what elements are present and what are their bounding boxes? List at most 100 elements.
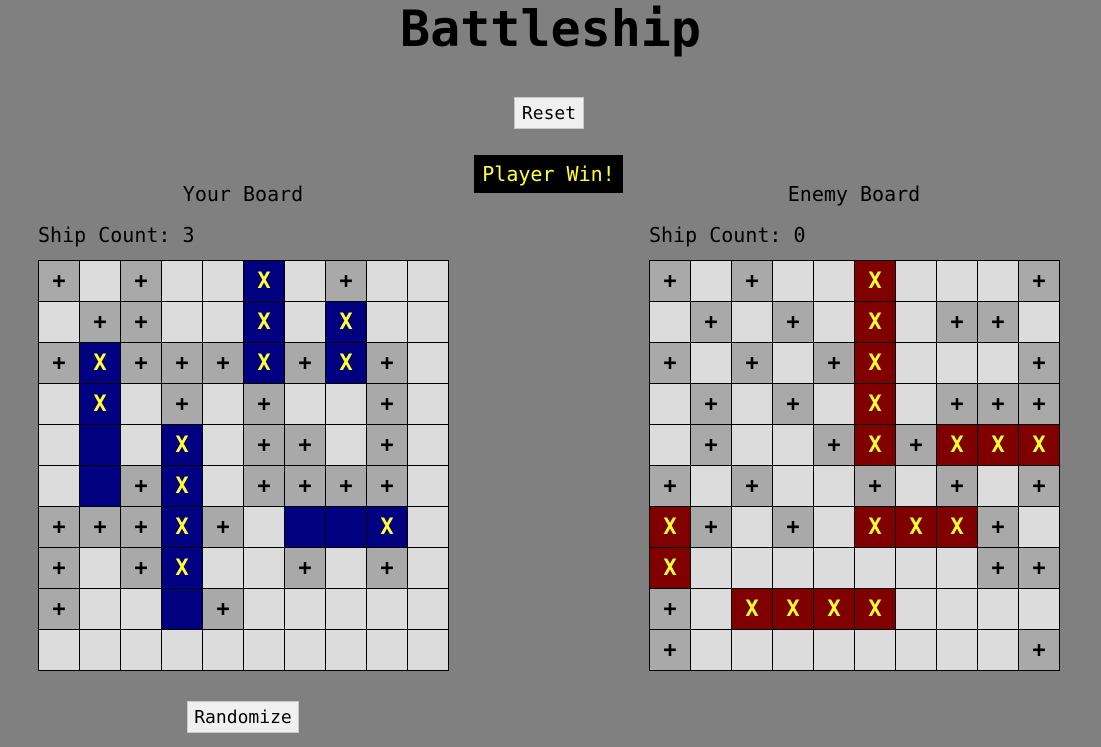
enemy-cell-empty[interactable]	[1019, 589, 1060, 630]
enemy-cell-empty[interactable]	[896, 343, 937, 384]
enemy-cell-empty[interactable]	[814, 466, 855, 507]
player-cell-empty[interactable]	[408, 589, 449, 630]
enemy-cell-empty[interactable]	[896, 466, 937, 507]
enemy-cell-hit[interactable]: X	[855, 507, 896, 548]
player-cell-miss[interactable]: +	[121, 261, 162, 302]
player-cell-hit[interactable]: X	[326, 343, 367, 384]
player-cell-empty[interactable]	[367, 589, 408, 630]
enemy-cell-miss[interactable]: +	[773, 302, 814, 343]
player-cell-hit[interactable]: X	[326, 302, 367, 343]
player-cell-ship[interactable]	[162, 589, 203, 630]
enemy-cell-empty[interactable]	[896, 589, 937, 630]
player-cell-miss[interactable]: +	[326, 466, 367, 507]
enemy-cell-empty[interactable]	[773, 466, 814, 507]
player-cell-empty[interactable]	[408, 302, 449, 343]
enemy-cell-miss[interactable]: +	[1019, 261, 1060, 302]
enemy-cell-empty[interactable]	[650, 425, 691, 466]
enemy-cell-empty[interactable]	[773, 630, 814, 671]
player-cell-ship[interactable]	[285, 507, 326, 548]
enemy-cell-empty[interactable]	[732, 384, 773, 425]
enemy-cell-empty[interactable]	[896, 548, 937, 589]
player-cell-empty[interactable]	[39, 384, 80, 425]
player-cell-empty[interactable]	[203, 548, 244, 589]
enemy-cell-miss[interactable]: +	[773, 384, 814, 425]
player-cell-empty[interactable]	[408, 548, 449, 589]
player-cell-empty[interactable]	[408, 507, 449, 548]
enemy-cell-miss[interactable]: +	[978, 384, 1019, 425]
player-cell-empty[interactable]	[326, 384, 367, 425]
player-cell-miss[interactable]: +	[285, 343, 326, 384]
player-cell-hit[interactable]: X	[162, 507, 203, 548]
enemy-cell-miss[interactable]: +	[978, 548, 1019, 589]
player-cell-miss[interactable]: +	[80, 507, 121, 548]
player-cell-empty[interactable]	[285, 589, 326, 630]
player-cell-miss[interactable]: +	[244, 425, 285, 466]
player-cell-miss[interactable]: +	[367, 384, 408, 425]
player-cell-empty[interactable]	[244, 548, 285, 589]
player-cell-ship[interactable]	[80, 466, 121, 507]
enemy-cell-empty[interactable]	[732, 302, 773, 343]
player-cell-empty[interactable]	[80, 261, 121, 302]
player-cell-ship[interactable]	[80, 425, 121, 466]
enemy-cell-hit[interactable]: X	[650, 507, 691, 548]
enemy-cell-hit[interactable]: X	[773, 589, 814, 630]
enemy-cell-miss[interactable]: +	[650, 630, 691, 671]
enemy-cell-miss[interactable]: +	[732, 466, 773, 507]
enemy-cell-empty[interactable]	[732, 630, 773, 671]
player-cell-empty[interactable]	[408, 425, 449, 466]
player-cell-empty[interactable]	[203, 630, 244, 671]
player-cell-miss[interactable]: +	[121, 507, 162, 548]
enemy-cell-hit[interactable]: X	[855, 425, 896, 466]
player-cell-miss[interactable]: +	[121, 302, 162, 343]
player-cell-empty[interactable]	[121, 425, 162, 466]
enemy-cell-empty[interactable]	[814, 507, 855, 548]
enemy-cell-hit[interactable]: X	[732, 589, 773, 630]
enemy-cell-empty[interactable]	[937, 589, 978, 630]
player-cell-empty[interactable]	[367, 302, 408, 343]
player-cell-empty[interactable]	[326, 548, 367, 589]
player-cell-miss[interactable]: +	[121, 548, 162, 589]
player-cell-ship[interactable]	[326, 507, 367, 548]
player-cell-empty[interactable]	[121, 589, 162, 630]
enemy-cell-miss[interactable]: +	[773, 507, 814, 548]
player-cell-miss[interactable]: +	[203, 507, 244, 548]
enemy-cell-miss[interactable]: +	[691, 302, 732, 343]
enemy-cell-miss[interactable]: +	[1019, 343, 1060, 384]
enemy-cell-miss[interactable]: +	[896, 425, 937, 466]
player-cell-empty[interactable]	[408, 630, 449, 671]
player-cell-miss[interactable]: +	[285, 548, 326, 589]
enemy-cell-empty[interactable]	[814, 548, 855, 589]
enemy-cell-miss[interactable]: +	[650, 466, 691, 507]
enemy-cell-miss[interactable]: +	[691, 384, 732, 425]
enemy-cell-hit[interactable]: X	[855, 589, 896, 630]
enemy-cell-empty[interactable]	[773, 343, 814, 384]
enemy-cell-hit[interactable]: X	[855, 302, 896, 343]
player-cell-hit[interactable]: X	[244, 261, 285, 302]
player-cell-miss[interactable]: +	[121, 466, 162, 507]
enemy-cell-miss[interactable]: +	[814, 343, 855, 384]
enemy-cell-empty[interactable]	[650, 384, 691, 425]
enemy-cell-empty[interactable]	[978, 261, 1019, 302]
enemy-cell-empty[interactable]	[814, 630, 855, 671]
player-cell-empty[interactable]	[121, 630, 162, 671]
player-cell-empty[interactable]	[408, 384, 449, 425]
player-cell-hit[interactable]: X	[367, 507, 408, 548]
enemy-cell-hit[interactable]: X	[855, 343, 896, 384]
player-cell-empty[interactable]	[203, 425, 244, 466]
enemy-cell-miss[interactable]: +	[978, 507, 1019, 548]
enemy-cell-empty[interactable]	[978, 589, 1019, 630]
player-cell-miss[interactable]: +	[285, 425, 326, 466]
enemy-cell-miss[interactable]: +	[1019, 466, 1060, 507]
player-cell-miss[interactable]: +	[39, 507, 80, 548]
player-cell-miss[interactable]: +	[203, 343, 244, 384]
enemy-cell-miss[interactable]: +	[650, 589, 691, 630]
player-cell-hit[interactable]: X	[80, 343, 121, 384]
player-cell-miss[interactable]: +	[162, 343, 203, 384]
enemy-cell-miss[interactable]: +	[978, 302, 1019, 343]
enemy-cell-hit[interactable]: X	[1019, 425, 1060, 466]
player-cell-empty[interactable]	[39, 466, 80, 507]
enemy-cell-hit[interactable]: X	[855, 261, 896, 302]
player-cell-empty[interactable]	[285, 630, 326, 671]
enemy-cell-empty[interactable]	[978, 630, 1019, 671]
player-cell-hit[interactable]: X	[244, 302, 285, 343]
